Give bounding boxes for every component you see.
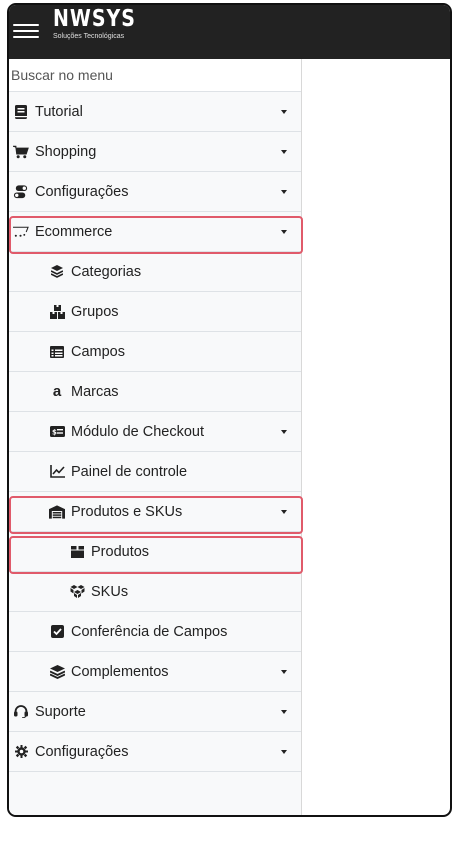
sidebar-item-complementos[interactable]: Complementos (9, 652, 301, 692)
top-bar: NWSYS Soluções Tecnológicas (9, 5, 450, 59)
cubes-icon (69, 585, 85, 598)
sidebar-item-modulo-checkout[interactable]: $ Módulo de Checkout (9, 412, 301, 452)
sidebar-item-label: Produtos (91, 543, 150, 560)
search-placeholder: Buscar no menu (11, 67, 113, 83)
layer-group-icon (49, 664, 65, 679)
sidebar-item-suporte[interactable]: Suporte (9, 692, 301, 732)
amazon-icon: a (52, 382, 62, 400)
sidebar-search-input[interactable]: Buscar no menu (9, 59, 301, 92)
sidebar-item-label: Configurações (35, 743, 129, 760)
sidebar-item-produtos-skus[interactable]: Produtos e SKUs (9, 492, 301, 532)
sidebar-item-marcas[interactable]: a Marcas (9, 372, 301, 412)
sidebar-item-label: Módulo de Checkout (71, 423, 204, 440)
money-check-icon: $ (49, 426, 65, 437)
sidebar-item-label: Marcas (71, 383, 119, 400)
caret-down-icon (281, 709, 287, 714)
sidebar-item-label: Configurações (35, 183, 129, 200)
sidebar-item-label: Categorias (71, 263, 142, 280)
boxes-icon (49, 304, 65, 319)
sidebar-item-configuracoes[interactable]: Configurações (9, 172, 301, 212)
sidebar-item-produtos[interactable]: Produtos (9, 532, 301, 572)
logo-main-text: NWSYS (53, 5, 136, 33)
layers-icon (49, 265, 65, 278)
warehouse-icon (49, 504, 65, 519)
sidebar-item-label: Conferência de Campos (71, 623, 228, 640)
sidebar-item-campos[interactable]: Campos (9, 332, 301, 372)
sidebar-item-label: Produtos e SKUs (71, 503, 183, 520)
sidebar-item-configuracoes-2[interactable]: Configurações (9, 732, 301, 772)
sidebar-item-tutorial[interactable]: Tutorial (9, 92, 301, 132)
headset-icon (13, 705, 29, 718)
cart-icon (13, 145, 29, 159)
sidebar-item-label: Painel de controle (71, 463, 188, 480)
check-square-icon (49, 625, 65, 638)
sidebar-item-label: Grupos (71, 303, 119, 320)
book-icon (13, 104, 29, 119)
sidebar-item-skus[interactable]: SKUs (9, 572, 301, 612)
sidebar-item-label: Suporte (35, 703, 86, 720)
logo: NWSYS Soluções Tecnológicas (53, 7, 136, 41)
hamburger-menu-icon[interactable] (13, 20, 39, 42)
sidebar-item-label: SKUs (91, 583, 129, 600)
sidebar: Buscar no menu Tutorial Shopping Configu… (9, 59, 302, 815)
caret-down-icon (281, 509, 287, 514)
table-icon (49, 345, 65, 358)
box-icon (69, 545, 85, 558)
sidebar-item-conferencia-campos[interactable]: Conferência de Campos (9, 612, 301, 652)
caret-down-icon (281, 229, 287, 234)
gear-icon (13, 745, 29, 758)
sidebar-item-ecommerce[interactable]: Ecommerce (9, 212, 301, 252)
caret-down-icon (281, 749, 287, 754)
app-window: NWSYS Soluções Tecnológicas Buscar no me… (7, 3, 452, 817)
sidebar-item-label: Shopping (35, 143, 97, 160)
sidebar-item-label: Tutorial (35, 103, 83, 120)
toggle-icon (13, 184, 29, 199)
caret-down-icon (281, 429, 287, 434)
sidebar-item-shopping[interactable]: Shopping (9, 132, 301, 172)
logo-sub-text: Soluções Tecnológicas (53, 33, 125, 40)
caret-down-icon (281, 149, 287, 154)
sidebar-item-painel-controle[interactable]: Painel de controle (9, 452, 301, 492)
line-chart-icon (49, 465, 65, 478)
svg-text:$: $ (52, 429, 57, 437)
sidebar-item-grupos[interactable]: Grupos (9, 292, 301, 332)
sidebar-item-categorias[interactable]: Categorias (9, 252, 301, 292)
cart-outline-icon (13, 226, 29, 238)
sidebar-item-label: Campos (71, 343, 125, 360)
sidebar-item-label: Ecommerce (35, 223, 113, 240)
caret-down-icon (281, 109, 287, 114)
caret-down-icon (281, 669, 287, 674)
caret-down-icon (281, 189, 287, 194)
sidebar-item-label: Complementos (71, 663, 169, 680)
